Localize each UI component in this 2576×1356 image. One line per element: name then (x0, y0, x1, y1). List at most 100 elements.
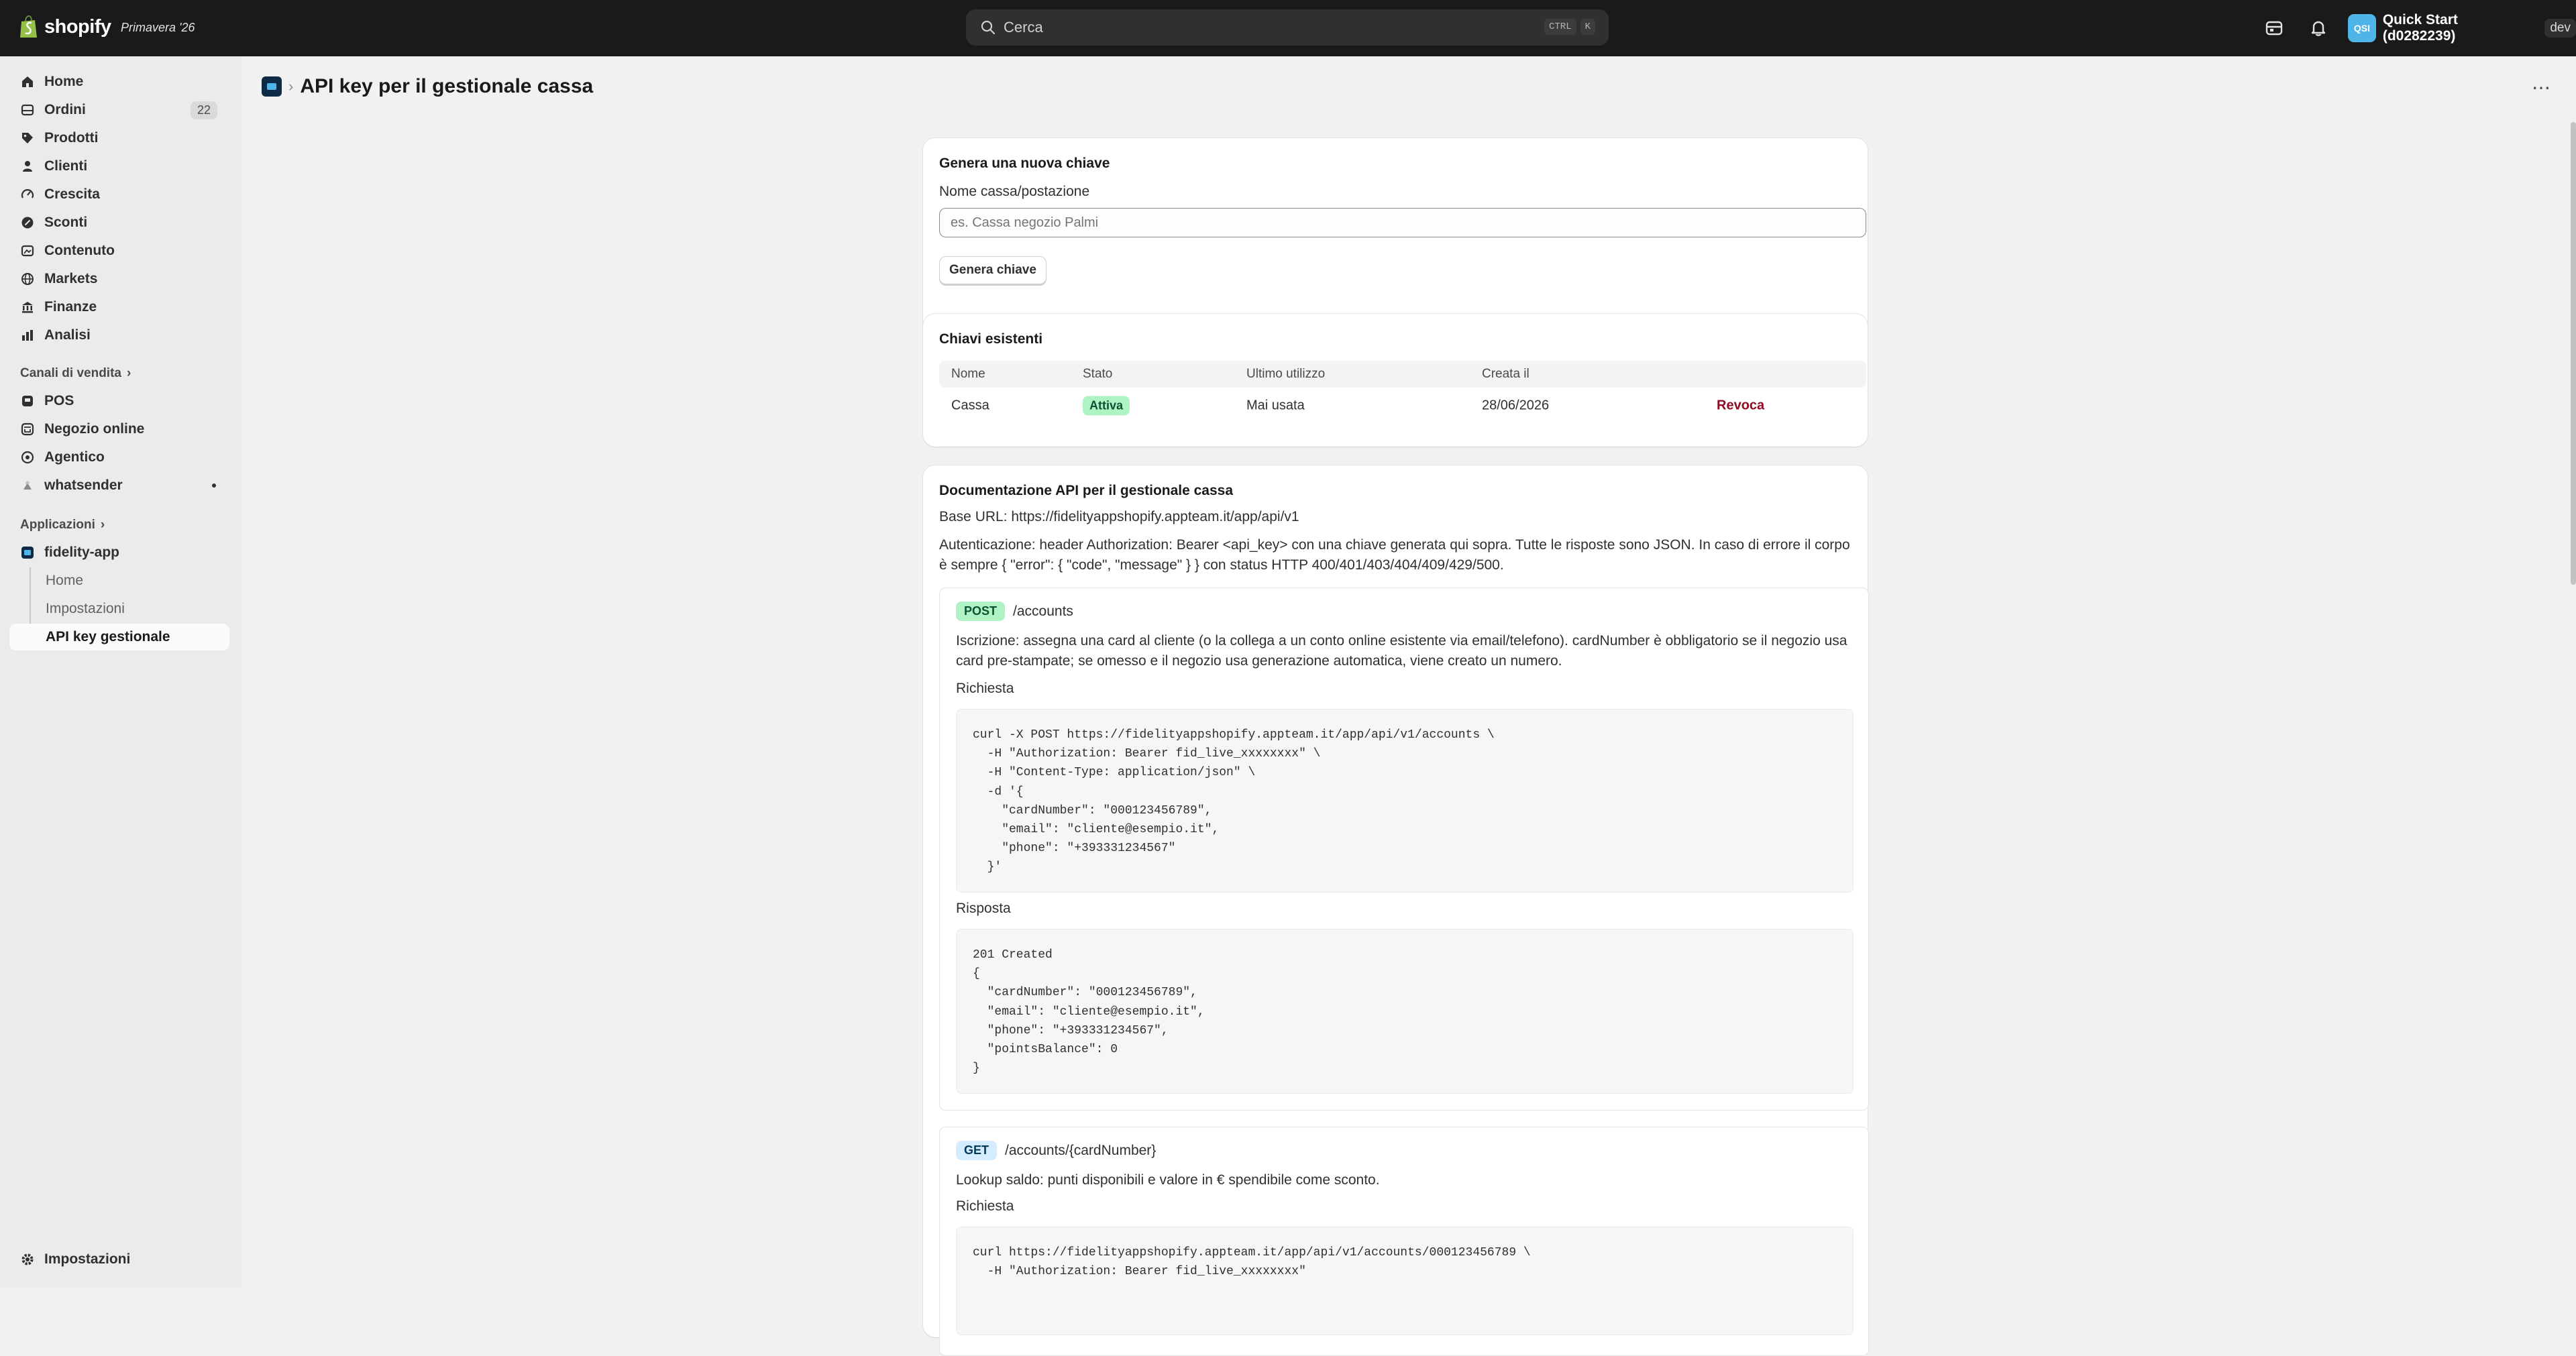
sidebar-item-markets[interactable]: Markets (9, 266, 229, 292)
sidebar-item-orders[interactable]: Ordini 22 (9, 97, 229, 123)
more-actions-icon[interactable]: ⋯ (2532, 76, 2552, 99)
content-icon (20, 243, 35, 258)
sidebar-subitem-api-key[interactable]: API key gestionale (9, 624, 229, 651)
shopify-logo[interactable]: shopify (19, 15, 111, 39)
method-badge: GET (956, 1141, 998, 1160)
sidebar-subitem-label: Home (46, 573, 84, 588)
scrollbar[interactable] (2571, 122, 2576, 585)
sidebar-subitem-home[interactable]: Home (9, 567, 229, 594)
request-label: Richiesta (956, 681, 1014, 696)
sidebar-subitem-label: API key gestionale (46, 629, 170, 644)
tag-icon (20, 131, 35, 146)
chevron-right-icon: › (126, 366, 131, 380)
endpoint-path: /accounts/{cardNumber} (1005, 1142, 1157, 1158)
sidebar: Home Ordini 22 Prodotti Clienti Crescita… (0, 56, 241, 1288)
sidebar-item-online-store[interactable]: Negozio online (9, 416, 229, 443)
search-placeholder: Cerca (1004, 19, 1043, 36)
sidebar-item-label: whatsender (44, 477, 123, 493)
response-label: Risposta (956, 901, 1011, 916)
growth-icon (20, 187, 35, 202)
sidebar-item-label: Sconti (44, 215, 88, 230)
sidebar-item-content[interactable]: Contenuto (9, 237, 229, 264)
method-badge: POST (956, 602, 1006, 621)
store-switcher[interactable]: QSI Quick Start (d0282239) dev (2348, 12, 2576, 44)
endpoint-signature: POST /accounts (956, 602, 1073, 621)
sidebar-item-home[interactable]: Home (9, 68, 229, 95)
sidebar-item-finance[interactable]: Finanze (9, 294, 229, 321)
shortcut-key-ctrl: CTRL (1544, 19, 1576, 35)
keys-table: Nome Stato Ultimo utilizzo Creata il Cas… (939, 361, 1866, 424)
column-header: Creata il (1482, 367, 1529, 381)
base-url: Base URL: https://fidelityappshopify.app… (939, 509, 1299, 524)
chevron-right-icon: › (288, 78, 294, 95)
sidebar-item-analytics[interactable]: Analisi (9, 322, 229, 349)
sidebar-item-products[interactable]: Prodotti (9, 125, 229, 152)
orders-count-badge: 22 (190, 101, 217, 119)
apps-label: Applicazioni (20, 518, 95, 532)
sidebar-item-pos[interactable]: POS (9, 388, 229, 414)
column-header: Stato (1083, 367, 1113, 381)
response-code-block: 201 Created { "cardNumber": "00012345678… (956, 929, 1854, 1094)
person-icon (20, 159, 35, 174)
fidelity-app-icon (20, 545, 35, 560)
sidebar-item-label: fidelity-app (44, 545, 120, 560)
sidebar-item-label: Crescita (44, 186, 100, 202)
pos-icon (20, 394, 35, 408)
sidebar-item-label: Negozio online (44, 421, 145, 437)
station-name-input[interactable] (939, 208, 1866, 237)
sidebar-item-label: Analisi (44, 327, 91, 343)
sales-channels-label: Canali di vendita (20, 366, 121, 380)
response-code: 201 Created { "cardNumber": "00012345678… (973, 948, 1205, 1076)
sidebar-item-label: Impostazioni (44, 1251, 131, 1267)
page-title: API key per il gestionale cassa (300, 75, 594, 97)
apps-heading[interactable]: Applicazioni › (20, 518, 105, 532)
search-icon (981, 20, 996, 35)
sidebar-item-growth[interactable]: Crescita (9, 181, 229, 208)
sidebar-item-agentic[interactable]: Agentico (9, 444, 229, 471)
main-content: › API key per il gestionale cassa ⋯ Gene… (241, 56, 2576, 1356)
key-name: Cassa (951, 398, 989, 413)
created-date: 28/06/2026 (1482, 398, 1550, 413)
store-icon (20, 422, 35, 437)
existing-keys-card: Chiavi esistenti Nome Stato Ultimo utili… (923, 314, 1868, 447)
store-avatar: QSI (2348, 14, 2376, 42)
sidebar-item-label: Ordini (44, 102, 86, 117)
request-code: curl https://fidelityappshopify.appteam.… (973, 1246, 1531, 1279)
search-bar[interactable]: Cerca CTRL K (966, 9, 1609, 46)
home-icon (20, 74, 35, 89)
generate-key-button[interactable]: Genera chiave (939, 256, 1046, 284)
sidebar-item-whatsender[interactable]: whatsender (9, 472, 229, 499)
unread-dot (212, 484, 216, 488)
sidebar-item-customers[interactable]: Clienti (9, 153, 229, 180)
column-header: Nome (951, 367, 985, 381)
bell-icon[interactable] (2309, 19, 2328, 38)
breadcrumb: › API key per il gestionale cassa (262, 75, 593, 98)
sidebar-item-discounts[interactable]: Sconti (9, 209, 229, 236)
revoke-button[interactable]: Revoca (1717, 398, 1764, 414)
sidebar-item-label: Agentico (44, 449, 105, 465)
table-row: Cassa Attiva Mai usata 28/06/2026 Revoca (939, 388, 1866, 424)
chevron-right-icon: › (100, 518, 105, 532)
pos-icon[interactable] (2265, 19, 2284, 38)
request-code-block: curl https://fidelityappshopify.appteam.… (956, 1227, 1854, 1335)
sidebar-item-settings[interactable]: Impostazioni (9, 1246, 229, 1273)
sidebar-item-label: Contenuto (44, 243, 115, 258)
shortcut-key-k: K (1580, 19, 1595, 35)
endpoint-description: Iscrizione: assegna una card al cliente … (956, 633, 1847, 669)
request-code: curl -X POST https://fidelityappshopify.… (973, 728, 1495, 874)
globe-icon (20, 272, 35, 286)
sidebar-item-label: Clienti (44, 158, 88, 174)
edition-label[interactable]: Primavera '26 (121, 21, 195, 35)
fidelity-app-icon[interactable] (262, 76, 282, 97)
docs-heading: Documentazione API per il gestionale cas… (939, 483, 1234, 498)
column-header: Ultimo utilizzo (1246, 367, 1326, 381)
sidebar-subitem-settings[interactable]: Impostazioni (9, 596, 229, 622)
sidebar-item-fidelity-app[interactable]: fidelity-app (9, 539, 229, 566)
sales-channels-heading[interactable]: Canali di vendita › (20, 366, 131, 381)
api-docs-card: Documentazione API per il gestionale cas… (923, 465, 1869, 1356)
endpoint-path: /accounts (1013, 603, 1073, 619)
orders-icon (20, 103, 35, 117)
last-used: Mai usata (1246, 398, 1305, 413)
shopify-bag-icon (20, 15, 37, 38)
logo-wordmark: shopify (44, 15, 111, 38)
